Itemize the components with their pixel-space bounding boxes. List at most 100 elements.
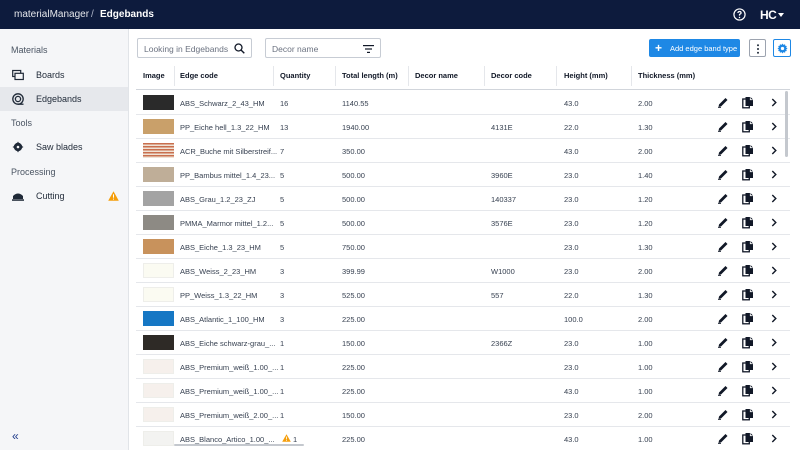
chevron-right-icon[interactable] (768, 120, 780, 133)
edit-pencil-icon[interactable] (717, 288, 729, 301)
copy-icon[interactable] (742, 312, 754, 325)
chevron-right-icon[interactable] (768, 144, 780, 157)
copy-icon[interactable] (742, 144, 754, 157)
copy-icon[interactable] (742, 192, 754, 205)
decor-name-filter[interactable]: Decor name (265, 38, 381, 58)
column-divider[interactable] (408, 66, 409, 86)
edit-pencil-icon[interactable] (717, 168, 729, 181)
edit-pencil-icon[interactable] (717, 312, 729, 325)
table-row[interactable]: PP_Eiche hell_1.3_22_HM 13 1940.00 4131E 22.… (136, 115, 790, 139)
copy-icon[interactable] (742, 216, 754, 229)
chevron-right-icon[interactable] (768, 408, 780, 421)
sidebar-item-cutting[interactable]: Cutting (0, 184, 128, 208)
copy-icon[interactable] (742, 336, 754, 349)
column-divider[interactable] (556, 66, 557, 86)
copy-icon[interactable] (742, 432, 754, 445)
table-row[interactable]: PP_Bambus mittel_1.4_23... 5 500.00 3960E 23… (136, 163, 790, 187)
edit-pencil-icon[interactable] (717, 360, 729, 373)
edit-pencil-icon[interactable] (717, 432, 729, 445)
add-edge-band-type-button[interactable]: + Add edge band type (649, 39, 740, 57)
copy-icon[interactable] (742, 168, 754, 181)
collapse-sidebar-icon[interactable]: « (12, 429, 19, 443)
chevron-right-icon[interactable] (768, 216, 780, 229)
chevron-right-icon[interactable] (768, 336, 780, 349)
chevron-right-icon[interactable] (768, 432, 780, 445)
cell-thickness: 1.20 (638, 219, 653, 228)
column-divider[interactable] (273, 66, 274, 86)
edit-pencil-icon[interactable] (717, 240, 729, 253)
copy-icon[interactable] (742, 120, 754, 133)
search-input[interactable]: Looking in Edgebands (137, 38, 252, 58)
chevron-right-icon[interactable] (768, 192, 780, 205)
filter-icon[interactable] (363, 44, 374, 54)
table-row[interactable]: ABS_Schwarz_2_43_HM 16 1140.55 43.0 2.00 (136, 91, 790, 115)
edit-pencil-icon[interactable] (717, 408, 729, 421)
cell-quantity: 5 (280, 219, 285, 228)
table-row[interactable]: ABS_Eiche_1.3_23_HM 5 750.00 23.0 1.30 (136, 235, 790, 259)
edit-pencil-icon[interactable] (717, 336, 729, 349)
horizontal-scrollbar[interactable] (174, 444, 304, 446)
decor-image (143, 311, 174, 326)
column-header-image[interactable]: Image (143, 71, 165, 80)
chevron-right-icon[interactable] (768, 360, 780, 373)
column-header-decor-name[interactable]: Decor name (415, 71, 458, 80)
sidebar-item-boards[interactable]: Boards (0, 63, 128, 87)
column-divider[interactable] (631, 66, 632, 86)
edit-pencil-icon[interactable] (717, 120, 729, 133)
chevron-right-icon[interactable] (768, 288, 780, 301)
table-row[interactable]: ABS_Atlantic_1_100_HM 3 225.00 100.0 2.00 (136, 307, 790, 331)
copy-icon[interactable] (742, 96, 754, 109)
vertical-scrollbar[interactable] (785, 91, 788, 157)
cell-thickness: 1.30 (638, 123, 653, 132)
table-row[interactable]: ABS_Eiche schwarz-grau_... 1 150.00 2366Z 23… (136, 331, 790, 355)
chevron-right-icon[interactable] (768, 96, 780, 109)
copy-icon[interactable] (742, 360, 754, 373)
table-settings-button[interactable] (773, 39, 791, 57)
table-row[interactable]: PMMA_Marmor mittel_1.2... 5 500.00 3576E 23.… (136, 211, 790, 235)
column-header-decor-code[interactable]: Decor code (491, 71, 532, 80)
brand-logo-menu[interactable]: HC (760, 7, 785, 22)
edit-pencil-icon[interactable] (717, 192, 729, 205)
table-row[interactable]: ABS_Premium_weiß_1.00_... 1 225.00 23.0 1.00 (136, 355, 790, 379)
copy-icon[interactable] (742, 264, 754, 277)
table-row[interactable]: ABS_Premium_weiß_1.00_... 1 225.00 43.0 1.00 (136, 379, 790, 403)
column-divider[interactable] (174, 66, 175, 86)
copy-icon[interactable] (742, 288, 754, 301)
column-header-edge-code[interactable]: Edge code (180, 71, 218, 80)
cell-decor-code: 140337 (491, 195, 517, 204)
column-divider[interactable] (484, 66, 485, 86)
cell-height: 23.0 (564, 363, 579, 372)
chevron-right-icon[interactable] (768, 168, 780, 181)
copy-icon[interactable] (742, 408, 754, 421)
chevron-right-icon[interactable] (768, 264, 780, 277)
chevron-right-icon[interactable] (768, 240, 780, 253)
help-circle-icon[interactable] (733, 8, 746, 21)
column-divider[interactable] (335, 66, 336, 86)
sidebar-item-edgebands[interactable]: Edgebands (0, 87, 128, 111)
table-row[interactable]: ABS_Weiss_2_23_HM 3 399.99 W1000 23.0 2.00 (136, 259, 790, 283)
cell-total-length: 150.00 (342, 411, 365, 420)
breadcrumb-app[interactable]: materialManager (14, 9, 89, 20)
column-header-quantity[interactable]: Quantity (280, 71, 310, 80)
copy-icon[interactable] (742, 240, 754, 253)
table-row[interactable]: ACR_Buche mit Silberstreif... 7 350.00 43.0… (136, 139, 790, 163)
column-header-thickness[interactable]: Thickness (mm) (638, 71, 695, 80)
edit-pencil-icon[interactable] (717, 96, 729, 109)
chevron-right-icon[interactable] (768, 384, 780, 397)
edit-pencil-icon[interactable] (717, 144, 729, 157)
sidebar-item-label: Boards (36, 70, 65, 80)
copy-icon[interactable] (742, 384, 754, 397)
table-row[interactable]: ABS_Grau_1.2_23_ZJ 5 500.00 140337 23.0 1.20 (136, 187, 790, 211)
table-row[interactable]: ABS_Blanco_Artico_1.00_... 1 225.00 43.0 1.0… (136, 427, 790, 450)
sidebar-item-saw-blades[interactable]: Saw blades (0, 135, 128, 159)
column-header-height[interactable]: Height (mm) (564, 71, 608, 80)
table-row[interactable]: ABS_Premium_weiß_2.00_... 1 150.00 23.0 2.00 (136, 403, 790, 427)
column-header-total-length[interactable]: Total length (m) (342, 71, 398, 80)
edit-pencil-icon[interactable] (717, 216, 729, 229)
search-icon[interactable] (234, 43, 245, 54)
chevron-right-icon[interactable] (768, 312, 780, 325)
table-row[interactable]: PP_Weiss_1.3_22_HM 3 525.00 557 22.0 1.30 (136, 283, 790, 307)
edit-pencil-icon[interactable] (717, 384, 729, 397)
more-options-button[interactable] (749, 39, 766, 57)
edit-pencil-icon[interactable] (717, 264, 729, 277)
